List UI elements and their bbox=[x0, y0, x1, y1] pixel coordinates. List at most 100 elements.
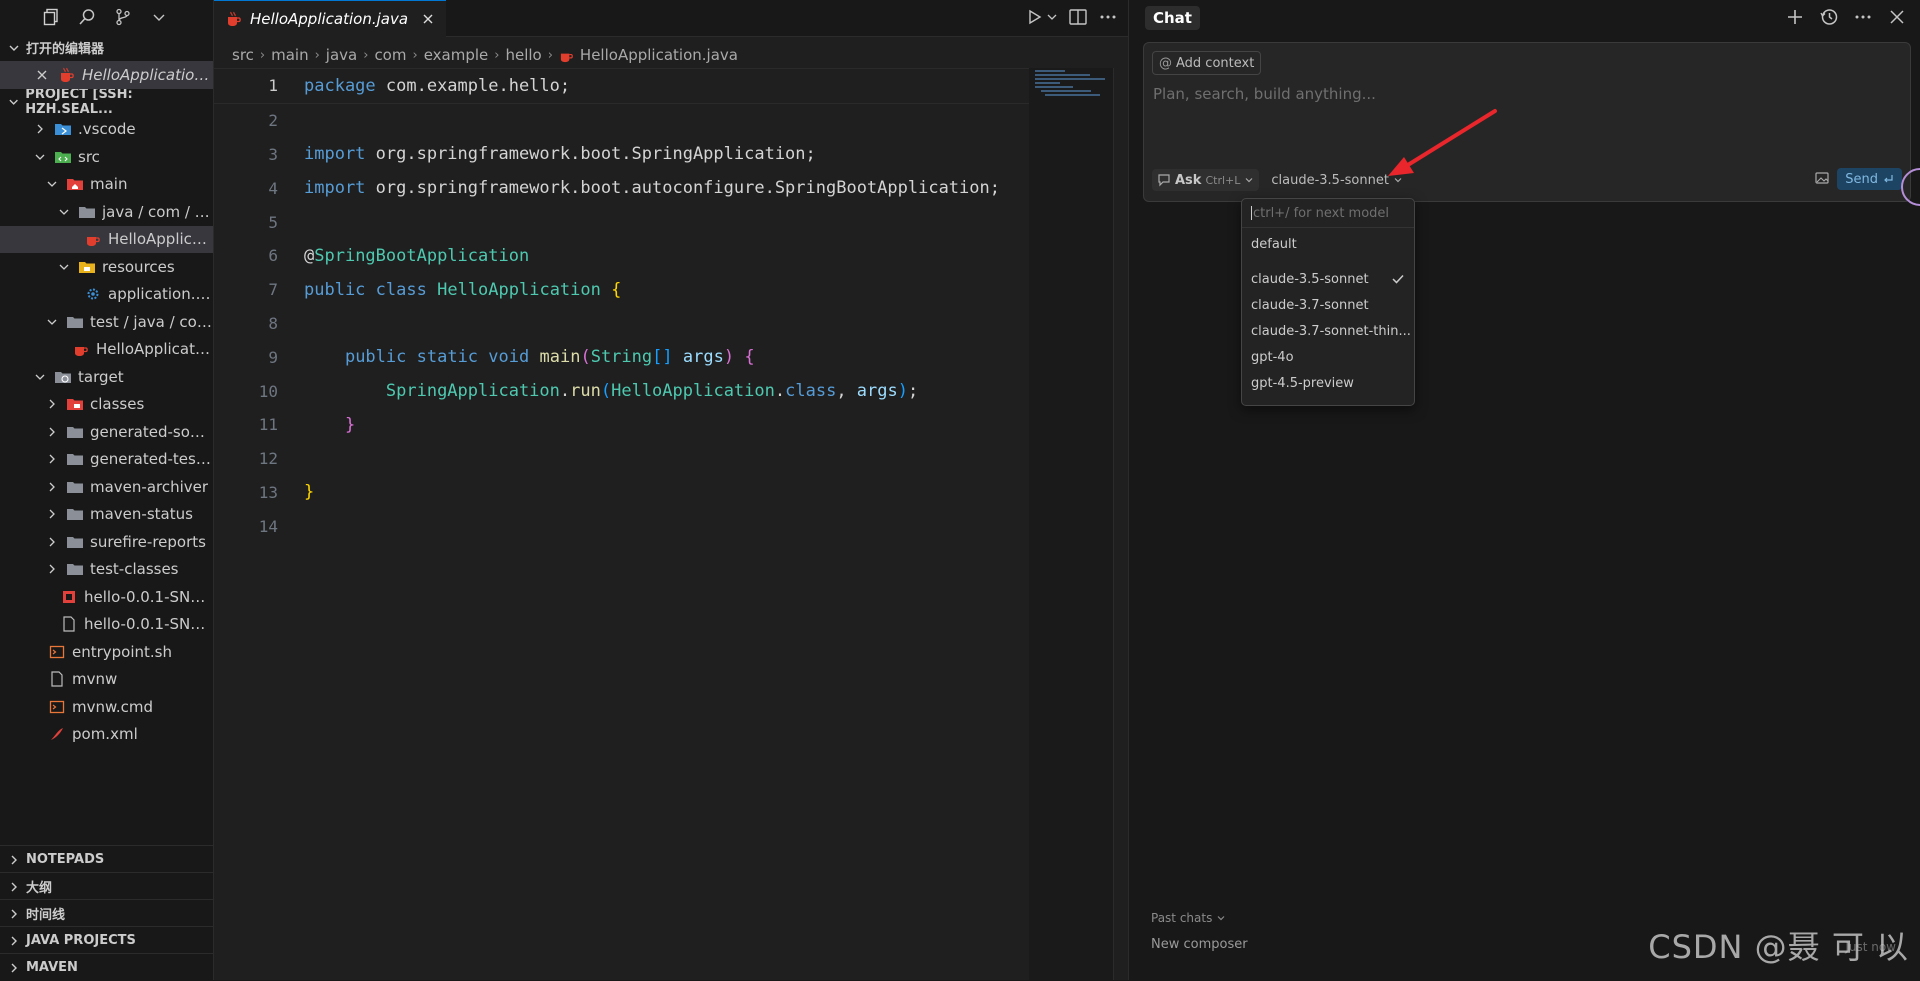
tree-item[interactable]: application.pr... bbox=[0, 281, 213, 309]
shell-file-icon bbox=[48, 698, 66, 716]
breadcrumb-item[interactable]: src bbox=[232, 46, 254, 64]
tree-item[interactable]: java / com / exa... bbox=[0, 198, 213, 226]
more-actions-icon[interactable] bbox=[1098, 6, 1118, 28]
tree-item[interactable]: pom.xml bbox=[0, 721, 213, 749]
chevron-right-icon[interactable] bbox=[44, 506, 60, 522]
open-editors-header[interactable]: 打开的编辑器 bbox=[0, 34, 213, 61]
tree-item[interactable]: HelloApplicati... bbox=[0, 225, 213, 253]
tree-item[interactable]: target bbox=[0, 363, 213, 391]
java-file-icon bbox=[72, 340, 90, 358]
model-option-gpt-4-5-preview[interactable]: gpt-4.5-preview bbox=[1242, 370, 1414, 396]
chevron-right-icon[interactable] bbox=[44, 396, 60, 412]
tree-item[interactable]: hello-0.0.1-SNA... bbox=[0, 583, 213, 611]
code-line: 7 public class HelloApplication { bbox=[214, 273, 1029, 307]
chevron-down-icon[interactable] bbox=[1046, 6, 1058, 28]
split-editor-icon[interactable] bbox=[1068, 6, 1088, 28]
model-option-default[interactable]: default bbox=[1242, 231, 1414, 257]
editor-scrollbar[interactable] bbox=[1113, 68, 1128, 980]
code-text: public static void main(String[] args) { bbox=[344, 347, 755, 368]
code-line: 6 @SpringBootApplication bbox=[214, 239, 1029, 273]
breadcrumb-item[interactable]: java bbox=[326, 46, 357, 64]
tree-item[interactable]: maven-archiver bbox=[0, 473, 213, 501]
search-icon[interactable] bbox=[76, 6, 98, 28]
tree-item[interactable]: entrypoint.sh bbox=[0, 638, 213, 666]
chevron-right-icon[interactable] bbox=[32, 121, 48, 137]
code-line: 5 bbox=[214, 205, 1029, 239]
close-icon[interactable] bbox=[34, 67, 50, 83]
close-icon[interactable] bbox=[422, 13, 434, 25]
project-header[interactable]: PROJECT [SSH: HZH.SEAL... bbox=[0, 87, 213, 117]
chevron-down-icon[interactable] bbox=[32, 369, 48, 385]
open-editor-item[interactable]: HelloApplication.... bbox=[0, 61, 213, 89]
outline-section[interactable]: 大纲 bbox=[0, 872, 221, 900]
chevron-down-icon[interactable] bbox=[44, 314, 60, 330]
tree-item[interactable]: classes bbox=[0, 391, 213, 419]
files-icon[interactable] bbox=[40, 6, 62, 28]
breadcrumb-item[interactable]: hello bbox=[505, 46, 541, 64]
chevron-down-icon[interactable] bbox=[44, 176, 60, 192]
model-option-claude-3-7-sonnet[interactable]: claude-3.7-sonnet bbox=[1242, 292, 1414, 318]
maven-section[interactable]: MAVEN bbox=[0, 953, 221, 981]
editor-actions bbox=[1026, 6, 1118, 28]
chevron-right-icon[interactable] bbox=[44, 534, 60, 550]
past-chats-toggle[interactable]: Past chats bbox=[1151, 911, 1226, 925]
line-number: 2 bbox=[268, 111, 278, 131]
timeline-section[interactable]: 时间线 bbox=[0, 899, 221, 927]
code-area[interactable]: 1 package com.example.hello; 2 3 import or… bbox=[214, 68, 1029, 543]
java-projects-section[interactable]: JAVA PROJECTS bbox=[0, 926, 221, 954]
section-label: 大纲 bbox=[26, 881, 53, 896]
chevron-down-icon[interactable] bbox=[56, 259, 72, 275]
tree-item[interactable]: hello-0.0.1-SNA... bbox=[0, 611, 213, 639]
model-option-gpt-4o[interactable]: gpt-4o bbox=[1242, 344, 1414, 370]
tree-item[interactable]: mvnw.cmd bbox=[0, 693, 213, 721]
tree-item[interactable]: generated-sourc... bbox=[0, 418, 213, 446]
chevron-down-icon[interactable] bbox=[56, 204, 72, 220]
model-option-claude-3-5-sonnet[interactable]: claude-3.5-sonnet bbox=[1242, 266, 1414, 292]
tree-item[interactable]: .vscode bbox=[0, 116, 213, 144]
tree-item[interactable]: test-classes bbox=[0, 556, 213, 584]
line-number: 11 bbox=[258, 415, 278, 435]
chevron-right-icon[interactable] bbox=[44, 451, 60, 467]
run-icon[interactable] bbox=[1026, 6, 1044, 28]
jar-file-icon bbox=[60, 588, 78, 606]
breadcrumb-item[interactable]: HelloApplication.java bbox=[580, 46, 738, 64]
tab-hello-application[interactable]: HelloApplication.java bbox=[214, 0, 447, 37]
breadcrumb-item[interactable]: com bbox=[374, 46, 406, 64]
chevron-down-icon[interactable] bbox=[148, 6, 170, 28]
minimap[interactable] bbox=[1029, 68, 1117, 980]
tree-item[interactable]: test / java / com /... bbox=[0, 308, 213, 336]
breadcrumb-item[interactable]: example bbox=[424, 46, 489, 64]
tree-item[interactable]: generated-test-s... bbox=[0, 446, 213, 474]
breadcrumb-item[interactable]: main bbox=[271, 46, 308, 64]
code-text: public class HelloApplication { bbox=[304, 279, 622, 300]
target-folder-icon bbox=[54, 368, 72, 386]
tree-item[interactable]: src bbox=[0, 143, 213, 171]
notepads-section[interactable]: NOTEPADS bbox=[0, 845, 221, 873]
code-text: import org.springframework.boot.SpringAp… bbox=[304, 144, 816, 165]
model-search-input[interactable]: ctrl+/ for next model bbox=[1242, 199, 1414, 228]
chevron-down-icon[interactable] bbox=[32, 149, 48, 165]
line-number: 12 bbox=[258, 449, 278, 469]
tree-item[interactable]: HelloApplicatio... bbox=[0, 336, 213, 364]
past-chat-item[interactable]: New composer bbox=[1151, 937, 1248, 952]
line-number: 5 bbox=[268, 212, 278, 232]
tree-item-label: hello-0.0.1-SNA... bbox=[84, 615, 213, 634]
model-dropdown-menu: ctrl+/ for next model default claude-3.5… bbox=[1241, 198, 1415, 406]
code-text: SpringApplication.run(HelloApplication.c… bbox=[385, 381, 919, 402]
model-option-claude-3-7-sonnet-thinking[interactable]: claude-3.7-sonnet-thin... bbox=[1242, 318, 1414, 344]
tree-item[interactable]: mvnw bbox=[0, 666, 213, 694]
chevron-right-icon[interactable] bbox=[44, 424, 60, 440]
code-editor: HelloApplication.java src › main › java … bbox=[214, 0, 1128, 980]
tree-item[interactable]: surefire-reports bbox=[0, 528, 213, 556]
tree-item[interactable]: resources bbox=[0, 253, 213, 281]
chevron-down-icon bbox=[1217, 916, 1225, 921]
code-line: 8 bbox=[214, 307, 1029, 341]
source-control-icon[interactable] bbox=[112, 6, 134, 28]
chevron-right-icon[interactable] bbox=[44, 561, 60, 577]
resources-folder-icon bbox=[78, 258, 96, 276]
chevron-right-icon[interactable] bbox=[44, 479, 60, 495]
tree-item-label: test / java / com /... bbox=[90, 312, 213, 331]
tree-item[interactable]: main bbox=[0, 171, 213, 199]
tree-item[interactable]: maven-status bbox=[0, 501, 213, 529]
java-file-icon bbox=[84, 230, 102, 248]
